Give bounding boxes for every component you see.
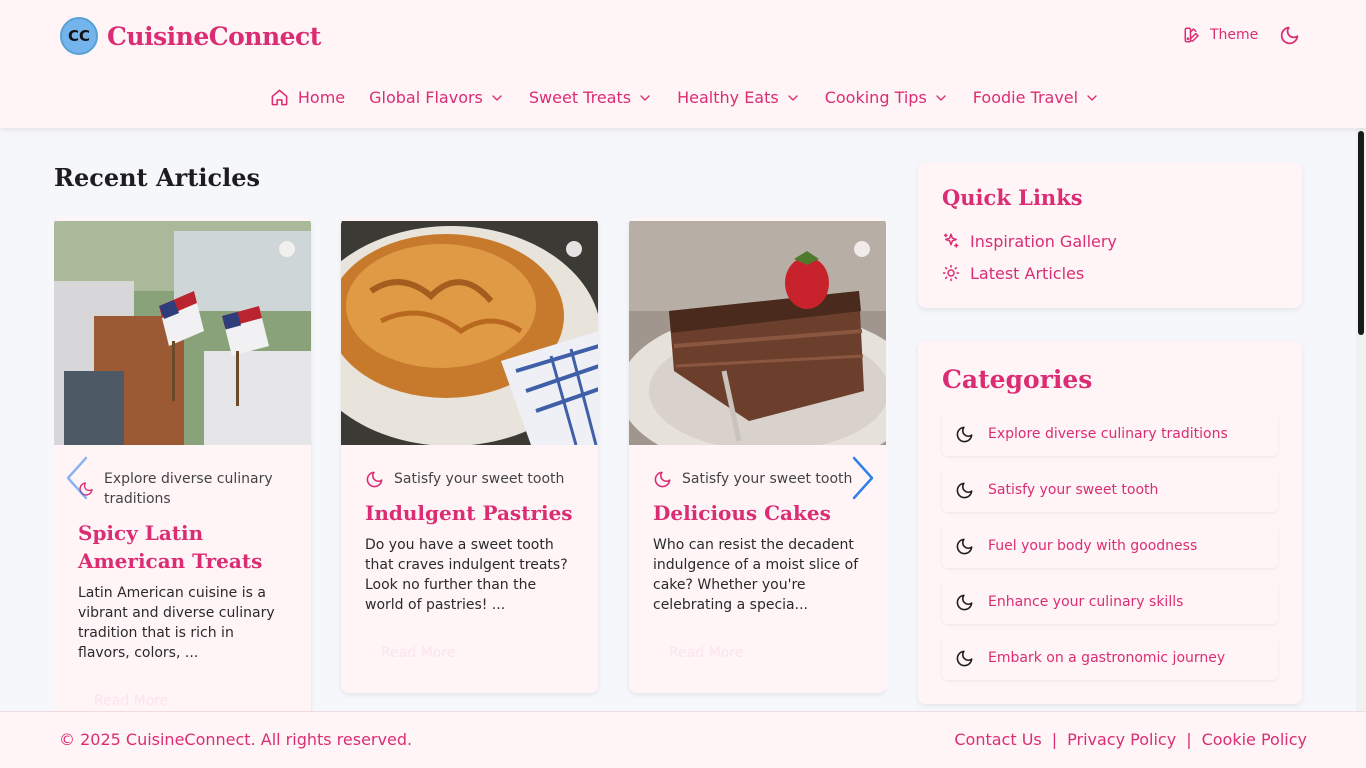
category-item[interactable]: Enhance your culinary skills: [942, 580, 1278, 624]
article-category-label: Explore diverse culinary traditions: [104, 471, 273, 507]
category-label: Embark on a gastronomic journey: [988, 650, 1226, 666]
article-title[interactable]: Delicious Cakes: [653, 499, 862, 527]
article-category: Satisfy your sweet tooth: [365, 469, 574, 489]
category-label: Fuel your body with goodness: [988, 538, 1198, 554]
article-photo-pastry: [341, 221, 598, 445]
footer-link-contact[interactable]: Contact Us: [954, 730, 1041, 749]
read-more-button[interactable]: Read More: [78, 687, 184, 711]
favorite-button[interactable]: [566, 241, 582, 257]
nav-foodie-travel-label: Foodie Travel: [972, 88, 1079, 107]
moon-icon: [956, 426, 973, 442]
logo-badge: CC: [60, 17, 98, 55]
chevron-down-icon: [788, 94, 798, 101]
article-category-label: Satisfy your sweet tooth: [682, 471, 853, 487]
article-excerpt: Do you have a sweet tooth that craves in…: [365, 537, 568, 613]
scrollbar-thumb[interactable]: [1358, 131, 1364, 335]
article-image: [629, 221, 886, 445]
moon-icon: [956, 482, 973, 498]
category-item[interactable]: Satisfy your sweet tooth: [942, 468, 1278, 512]
brand-logo[interactable]: CC CuisineConnect: [60, 17, 321, 55]
palette-icon: [1184, 27, 1199, 43]
article-category: Explore diverse culinary traditions: [78, 469, 287, 509]
nav-sweet-treats[interactable]: Sweet Treats: [529, 88, 653, 107]
category-label: Explore diverse culinary traditions: [988, 426, 1228, 442]
copyright-text: © 2025 CuisineConnect. All rights reserv…: [59, 730, 413, 749]
read-more-button[interactable]: Read More: [653, 639, 759, 667]
footer-link-privacy[interactable]: Privacy Policy: [1067, 730, 1176, 749]
article-title[interactable]: Indulgent Pastries: [365, 499, 574, 527]
recent-articles-title: Recent Articles: [54, 163, 260, 192]
moon-icon: [956, 538, 973, 554]
moon-icon: [956, 650, 973, 666]
nav-sweet-treats-label: Sweet Treats: [528, 88, 632, 107]
nav-home-label: Home: [297, 88, 346, 107]
article-excerpt: Latin American cuisine is a vibrant and …: [78, 585, 275, 661]
nav-healthy-eats-label: Healthy Eats: [677, 88, 779, 107]
article-card[interactable]: Satisfy your sweet tooth Delicious Cakes…: [629, 217, 886, 693]
moon-icon: [956, 594, 973, 610]
nav-healthy-eats[interactable]: Healthy Eats: [677, 88, 801, 107]
footer-link-cookie[interactable]: Cookie Policy: [1202, 730, 1307, 749]
category-label: Enhance your culinary skills: [988, 594, 1184, 610]
quick-link-latest-articles[interactable]: Latest Articles: [942, 257, 1117, 289]
sun-icon: [942, 264, 960, 282]
article-card[interactable]: Satisfy your sweet tooth Indulgent Pastr…: [341, 217, 598, 693]
dark-mode-toggle[interactable]: [1279, 25, 1300, 50]
carousel-prev-button[interactable]: [64, 455, 90, 505]
article-excerpt: Who can resist the decadent indulgence o…: [653, 537, 859, 613]
nav-cooking-tips[interactable]: Cooking Tips: [825, 88, 949, 107]
chevron-down-icon: [492, 94, 502, 101]
category-item[interactable]: Explore diverse culinary traditions: [942, 412, 1278, 456]
home-icon: [271, 89, 288, 106]
categories-title: Categories: [942, 365, 1093, 394]
nav-home[interactable]: Home: [270, 88, 345, 107]
chevron-left-icon: [66, 456, 88, 500]
brand-name: CuisineConnect: [107, 21, 321, 51]
footer-separator: |: [1051, 730, 1058, 749]
article-card[interactable]: Explore diverse culinary traditions Spic…: [54, 217, 311, 711]
moon-icon: [1280, 26, 1299, 45]
category-label: Satisfy your sweet tooth: [988, 482, 1159, 498]
quick-link-inspiration-gallery[interactable]: Inspiration Gallery: [942, 225, 1117, 257]
read-more-button[interactable]: Read More: [365, 639, 471, 667]
favorite-button[interactable]: [854, 241, 870, 257]
quick-links-title: Quick Links: [942, 185, 1083, 210]
theme-label: Theme: [1210, 27, 1259, 43]
page-scrollbar[interactable]: [1356, 128, 1366, 711]
article-category-label: Satisfy your sweet tooth: [394, 471, 565, 487]
category-item[interactable]: Embark on a gastronomic journey: [942, 636, 1278, 680]
theme-button[interactable]: Theme: [1183, 26, 1258, 44]
footer-separator: |: [1186, 730, 1192, 749]
chevron-right-icon: [852, 456, 874, 500]
site-header: CC CuisineConnect Theme Home Global Flav…: [0, 0, 1366, 128]
quick-link-label: Latest Articles: [970, 263, 1085, 283]
favorite-button[interactable]: [279, 241, 295, 257]
footer-links: Contact Us | Privacy Policy | Cookie Pol…: [954, 730, 1307, 749]
article-photo-cake: [629, 221, 886, 445]
article-title[interactable]: Spicy Latin American Treats: [78, 519, 287, 575]
chevron-down-icon: [1087, 94, 1097, 101]
nav-foodie-travel[interactable]: Foodie Travel: [973, 88, 1100, 107]
article-category: Satisfy your sweet tooth: [653, 469, 862, 489]
category-item[interactable]: Fuel your body with goodness: [942, 524, 1278, 568]
nav-cooking-tips-label: Cooking Tips: [824, 88, 927, 107]
article-image: [341, 221, 598, 445]
moon-icon: [654, 471, 671, 488]
categories-panel: Categories Explore diverse culinary trad…: [918, 341, 1302, 704]
sparkles-icon: [943, 233, 959, 248]
carousel-next-button[interactable]: [850, 455, 876, 505]
chevron-down-icon: [640, 94, 650, 101]
articles-carousel: Explore diverse culinary traditions Spic…: [54, 217, 886, 711]
moon-icon: [366, 471, 383, 488]
nav-global-flavors-label: Global Flavors: [369, 88, 483, 107]
main-nav: Home Global Flavors Sweet Treats Healthy…: [0, 88, 1366, 107]
article-image: [54, 221, 311, 445]
quick-link-label: Inspiration Gallery: [970, 231, 1117, 251]
chevron-down-icon: [936, 94, 946, 101]
article-photo-flags: [54, 221, 311, 445]
nav-global-flavors[interactable]: Global Flavors: [369, 88, 505, 107]
quick-links-panel: Quick Links Inspiration Gallery Latest A…: [918, 162, 1302, 308]
site-footer: © 2025 CuisineConnect. All rights reserv…: [0, 711, 1366, 768]
